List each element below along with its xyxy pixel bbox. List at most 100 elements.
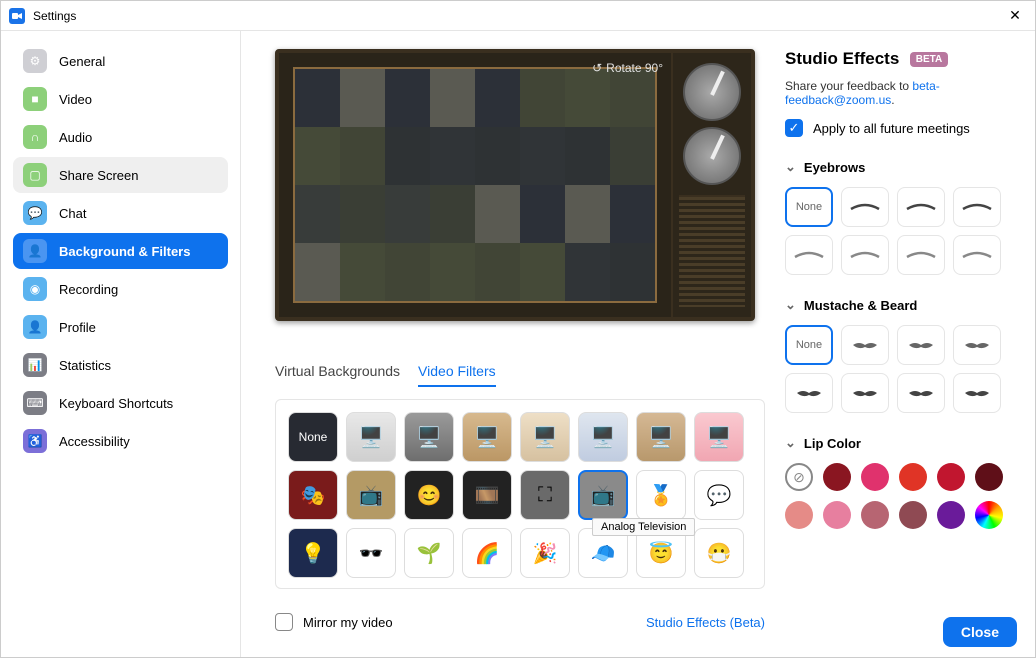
filter-tan[interactable]: 🖥️ — [636, 412, 686, 462]
sidebar-item-label: Keyboard Shortcuts — [59, 396, 173, 411]
studio-effects-panel: Studio Effects BETA Share your feedback … — [775, 31, 1035, 657]
lipcolor-swatch-7[interactable] — [823, 501, 851, 529]
lipcolor-swatch-5[interactable] — [975, 463, 1003, 491]
mustache-mus-2[interactable] — [897, 325, 945, 365]
filter-sepia[interactable]: 🖥️ — [462, 412, 512, 462]
tab-virtual-backgrounds[interactable]: Virtual Backgrounds — [275, 363, 400, 387]
filter-target[interactable]: ⛶ — [520, 470, 570, 520]
app-icon — [9, 8, 25, 24]
sidebar-item-label: Share Screen — [59, 168, 139, 183]
lipcolor-none[interactable]: ⊘ — [785, 463, 813, 491]
filter-none[interactable]: None — [288, 412, 338, 462]
lipcolor-swatch-8[interactable] — [861, 501, 889, 529]
sidebar-item-video[interactable]: ■ Video — [13, 81, 228, 117]
lipcolor-swatch-6[interactable] — [785, 501, 813, 529]
lipcolor-swatch-4[interactable] — [937, 463, 965, 491]
mustache-mus-7[interactable] — [953, 373, 1001, 413]
filter-lights[interactable]: 💡 — [288, 528, 338, 578]
mustache-mus-4[interactable] — [785, 373, 833, 413]
sidebar-item-profile[interactable]: 👤 Profile — [13, 309, 228, 345]
sidebar-item-share-screen[interactable]: ▢ Share Screen — [13, 157, 228, 193]
filter-original[interactable]: 🖥️ — [346, 412, 396, 462]
filter-warm[interactable]: 🖥️ — [520, 412, 570, 462]
filter-pink[interactable]: 🖥️ — [694, 412, 744, 462]
filter-mask[interactable]: 😷 — [694, 528, 744, 578]
eyebrows-grid: None — [785, 187, 1017, 275]
lipcolor-swatch-10[interactable] — [937, 501, 965, 529]
sidebar-item-audio[interactable]: ∩Audio — [13, 119, 228, 155]
mustache-section-header[interactable]: ⌄ Mustache & Beard — [785, 297, 1017, 313]
sidebar-nav: ⚙General ■ Video ∩Audio ▢ Share Screen 💬Chat👤B… — [1, 31, 241, 657]
chevron-down-icon: ⌄ — [785, 159, 796, 175]
filter-bw[interactable]: 🖥️ — [404, 412, 454, 462]
window-close-button[interactable]: ✕ — [1003, 4, 1027, 28]
sidebar-item-label: Accessibility — [59, 434, 130, 449]
close-button[interactable]: Close — [943, 617, 1017, 647]
recording-icon: ◉ — [23, 277, 47, 301]
lipcolor-swatch-9[interactable] — [899, 501, 927, 529]
statistics-icon: 📊 — [23, 353, 47, 377]
mustache-mus-3[interactable] — [953, 325, 1001, 365]
filter-emoji-frame[interactable]: 😊 — [404, 470, 454, 520]
chevron-down-icon: ⌄ — [785, 297, 796, 313]
tv-dial-1 — [683, 63, 741, 121]
window-title: Settings — [33, 9, 76, 23]
eyebrow-brow-6[interactable] — [897, 235, 945, 275]
lipcolor-rainbow[interactable] — [975, 501, 1003, 529]
filter-rainbow[interactable]: 🌈 — [462, 528, 512, 578]
lipcolor-swatch-2[interactable] — [861, 463, 889, 491]
tab-video-filters[interactable]: Video Filters — [418, 363, 496, 387]
sidebar-item-label: Recording — [59, 282, 118, 297]
rotate-button[interactable]: ↺ Rotate 90° — [592, 61, 663, 75]
chevron-down-icon: ⌄ — [785, 435, 796, 451]
video-icon: ■ — [23, 87, 47, 111]
mustache-mus-6[interactable] — [897, 373, 945, 413]
apply-all-checkbox[interactable]: ✓ — [785, 119, 803, 137]
sidebar-item-recording[interactable]: ◉ Recording — [13, 271, 228, 307]
filter-cool[interactable]: 🖥️ — [578, 412, 628, 462]
eyebrows-section-header[interactable]: ⌄ Eyebrows — [785, 159, 1017, 175]
keyboard-shortcuts-icon: ⌨ — [23, 391, 47, 415]
mirror-video-checkbox[interactable] — [275, 613, 293, 631]
eyebrow-brow-2[interactable] — [897, 187, 945, 227]
video-preview: ↺ Rotate 90° — [275, 49, 755, 321]
sidebar-item-keyboard-shortcuts[interactable]: ⌨ Keyboard Shortcuts — [13, 385, 228, 421]
tv-speaker — [679, 195, 745, 307]
filter-ribbon[interactable]: 🏅 — [636, 470, 686, 520]
mustache-none[interactable]: None — [785, 325, 833, 365]
studio-effects-link[interactable]: Studio Effects (Beta) — [646, 615, 765, 630]
sidebar-item-label: Profile — [59, 320, 96, 335]
mustache-mus-5[interactable] — [841, 373, 889, 413]
feedback-text: Share your feedback to beta-feedback@zoo… — [785, 79, 1017, 107]
profile-icon: 👤 — [23, 315, 47, 339]
sidebar-item-chat[interactable]: 💬Chat — [13, 195, 228, 231]
eyebrow-brow-3[interactable] — [953, 187, 1001, 227]
filter-sprout[interactable]: 🌱 — [404, 528, 454, 578]
eyebrow-brow-5[interactable] — [841, 235, 889, 275]
lipcolor-section-header[interactable]: ⌄ Lip Color — [785, 435, 1017, 451]
eyebrow-none[interactable]: None — [785, 187, 833, 227]
tv-dials — [671, 53, 751, 317]
filter-analog-tv[interactable]: 📺 — [578, 470, 628, 520]
share-screen-icon: ▢ — [23, 163, 47, 187]
lipcolor-swatch-3[interactable] — [899, 463, 927, 491]
filter-theater[interactable]: 🎭 — [288, 470, 338, 520]
titlebar: Settings ✕ — [1, 1, 1035, 31]
eyebrow-brow-4[interactable] — [785, 235, 833, 275]
sidebar-item-label: General — [59, 54, 105, 69]
sidebar-item-accessibility[interactable]: ♿Accessibility — [13, 423, 228, 459]
filter-film-frame[interactable]: 🎞️ — [462, 470, 512, 520]
filter-deal-glasses[interactable]: 🕶️ — [346, 528, 396, 578]
mustache-mus-1[interactable] — [841, 325, 889, 365]
filter-party-hat[interactable]: 🎉 — [520, 528, 570, 578]
sidebar-item-general[interactable]: ⚙General — [13, 43, 228, 79]
sidebar-item-background-filters[interactable]: 👤Background & Filters — [13, 233, 228, 269]
sidebar-item-statistics[interactable]: 📊Statistics — [13, 347, 228, 383]
sidebar-item-label: Video — [59, 92, 92, 107]
lipcolor-swatch-1[interactable] — [823, 463, 851, 491]
mirror-video-label: Mirror my video — [303, 615, 393, 630]
eyebrow-brow-1[interactable] — [841, 187, 889, 227]
filter-tv-color[interactable]: 📺 — [346, 470, 396, 520]
eyebrow-brow-7[interactable] — [953, 235, 1001, 275]
filter-speech[interactable]: 💬 — [694, 470, 744, 520]
